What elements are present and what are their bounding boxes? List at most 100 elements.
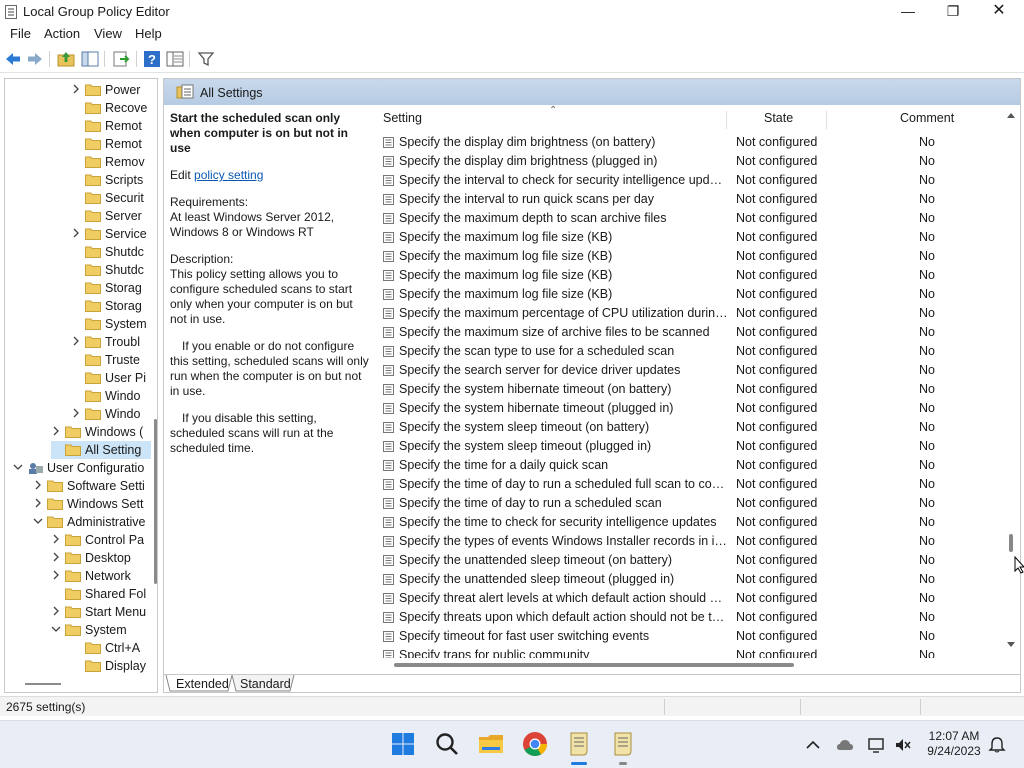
notifications-bell-icon[interactable] [988,737,1006,753]
chevron-right-icon[interactable] [33,480,43,490]
chrome-icon[interactable] [522,731,548,757]
table-row[interactable]: Specify the time for a daily quick scan N… [369,456,1020,475]
search-icon[interactable] [434,731,460,757]
onedrive-icon[interactable] [836,737,854,753]
help-icon[interactable]: ? [143,50,161,68]
menu-help[interactable]: Help [135,26,162,41]
table-row[interactable]: Specify the maximum log file size (KB) No… [369,247,1020,266]
tree-item[interactable]: Desktop [51,549,151,567]
column-divider[interactable] [726,111,727,129]
table-row[interactable]: Specify the maximum log file size (KB) No… [369,228,1020,247]
chevron-right-icon[interactable] [33,498,43,508]
chevron-right-icon[interactable] [51,534,61,544]
tree-item[interactable]: System [51,621,151,639]
close-button[interactable]: ✕ [976,0,1022,24]
table-row[interactable]: Specify the search server for device dri… [369,361,1020,380]
tree-item[interactable]: Truste [71,351,151,369]
tree-item[interactable]: Remot [71,135,151,153]
up-folder-icon[interactable] [57,50,75,68]
tree-item[interactable]: Storag [71,297,151,315]
tab-extended[interactable]: Extended [170,676,235,692]
chevron-right-icon[interactable] [51,570,61,580]
taskbar-clock[interactable]: 12:07 AM 9/24/2023 [920,729,988,759]
tree-item[interactable]: Remov [71,153,151,171]
tree-item[interactable]: Ctrl+A [71,639,151,657]
column-divider[interactable] [826,111,827,129]
group-policy-editor-taskbar-icon[interactable] [566,731,592,757]
tree-item[interactable]: Windo [71,387,151,405]
tree-horizontal-scroll-thumb[interactable] [25,683,61,685]
tree-item[interactable]: User Pi [71,369,151,387]
list-scroll-thumb[interactable] [1009,534,1013,552]
column-header-comment[interactable]: Comment [900,105,970,129]
menu-action[interactable]: Action [44,26,80,41]
filter-icon[interactable] [197,50,215,68]
table-row[interactable]: Specify the interval to check for securi… [369,171,1020,190]
tree-item[interactable]: Windows ( [51,423,151,441]
table-row[interactable]: Specify the system hibernate timeout (on… [369,380,1020,399]
scroll-up-arrow-icon[interactable] [1006,111,1016,119]
chevron-right-icon[interactable] [51,552,61,562]
tree-item[interactable]: Network [51,567,151,585]
menu-view[interactable]: View [94,26,122,41]
tree-item[interactable]: Display [71,657,151,675]
edit-policy-link[interactable]: policy setting [194,168,263,182]
scroll-down-arrow-icon[interactable] [1006,641,1016,649]
table-row[interactable]: Specify the maximum log file size (KB) No… [369,285,1020,304]
minimize-button[interactable]: — [885,0,931,24]
menu-file[interactable]: File [10,26,31,41]
chevron-right-icon[interactable] [71,84,81,94]
forward-arrow-icon[interactable] [26,50,44,68]
tree-item[interactable]: Shutdc [71,261,151,279]
table-row[interactable]: Specify the types of events Windows Inst… [369,532,1020,551]
network-icon[interactable] [868,737,886,753]
chevron-down-icon[interactable] [51,624,61,634]
tree-item[interactable]: Administrative [33,513,151,531]
back-arrow-icon[interactable] [4,50,22,68]
tree-item[interactable]: Scripts [71,171,151,189]
tree-item[interactable]: Shutdc [71,243,151,261]
show-hide-tree-icon[interactable] [81,50,99,68]
table-row[interactable]: Specify the scan type to use for a sched… [369,342,1020,361]
notepad-taskbar-icon[interactable] [610,731,636,757]
tree-item[interactable]: Recove [71,99,151,117]
table-row[interactable]: Specify the interval to run quick scans … [369,190,1020,209]
tree-item[interactable]: Securit [71,189,151,207]
chevron-down-icon[interactable] [33,516,43,526]
volume-muted-icon[interactable] [894,737,912,753]
tree-item[interactable]: Server [71,207,151,225]
tree-scroll-thumb[interactable] [154,419,157,584]
extended-view-icon[interactable] [166,50,184,68]
chevron-right-icon[interactable] [51,426,61,436]
tree-item[interactable]: Windo [71,405,151,423]
tree-vertical-scrollbar[interactable] [152,79,157,692]
table-row[interactable]: Specify traps for public community Not co… [369,646,1020,658]
table-row[interactable]: Specify the display dim brightness (on b… [369,133,1020,152]
tree-item[interactable]: Start Menu [51,603,151,621]
table-row[interactable]: Specify threat alert levels at which def… [369,589,1020,608]
tree-item[interactable]: Service [71,225,151,243]
table-row[interactable]: Specify the maximum depth to scan archiv… [369,209,1020,228]
table-row[interactable]: Specify the system hibernate timeout (pl… [369,399,1020,418]
chevron-down-icon[interactable] [13,462,23,472]
tree-item[interactable]: System [71,315,151,333]
tree-item[interactable]: Troubl [71,333,151,351]
table-row[interactable]: Specify the maximum log file size (KB) No… [369,266,1020,285]
tree-item[interactable]: Windows Sett [33,495,151,513]
tree-item[interactable]: Power [71,81,151,99]
show-hidden-icons-chevron-icon[interactable] [804,737,822,753]
chevron-right-icon[interactable] [51,606,61,616]
table-row[interactable]: Specify the maximum size of archive file… [369,323,1020,342]
table-row[interactable]: Specify the system sleep timeout (on bat… [369,418,1020,437]
table-row[interactable]: Specify the system sleep timeout (plugge… [369,437,1020,456]
table-row[interactable]: Specify the unattended sleep timeout (on… [369,551,1020,570]
table-row[interactable]: Specify the unattended sleep timeout (pl… [369,570,1020,589]
column-header-state[interactable]: State [764,105,824,129]
tree-item[interactable]: Shared Fol [51,585,151,603]
table-row[interactable]: Specify the time of day to run a schedul… [369,494,1020,513]
table-row[interactable]: Specify timeout for fast user switching … [369,627,1020,646]
table-row[interactable]: Specify the time to check for security i… [369,513,1020,532]
tree-item[interactable]: User Configuratio [13,459,151,477]
file-explorer-icon[interactable] [478,731,504,757]
table-row[interactable]: Specify the time of day to run a schedul… [369,475,1020,494]
